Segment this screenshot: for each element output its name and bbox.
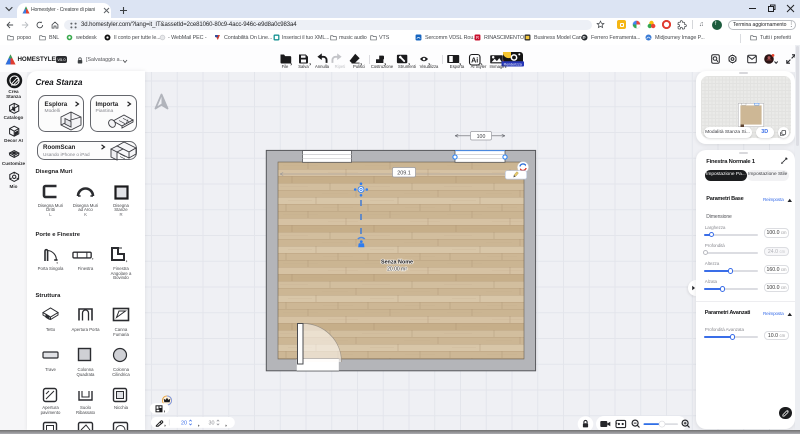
svg-text:30: 30 [209, 421, 215, 427]
svg-text:20: 20 [181, 421, 187, 427]
svg-text:100: 100 [477, 134, 486, 140]
svg-text:20.00 m²: 20.00 m² [387, 267, 407, 273]
svg-text:Ai: Ai [471, 55, 478, 64]
svg-text:Senza Nome: Senza Nome [381, 260, 413, 266]
svg-text:209.1: 209.1 [397, 171, 411, 177]
svg-text:R: R [476, 35, 479, 40]
